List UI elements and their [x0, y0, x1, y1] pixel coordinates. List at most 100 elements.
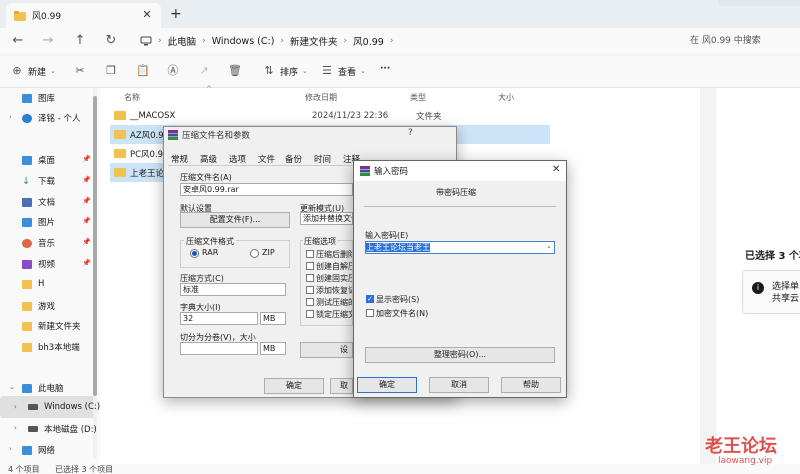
column-header-type[interactable]: 类型 [410, 92, 426, 103]
close-icon[interactable]: ✕ [141, 9, 153, 21]
chevron-down-icon: ⌄ [302, 67, 308, 75]
breadcrumb-this-pc[interactable]: 此电脑 [168, 34, 197, 48]
option-checkbox[interactable] [306, 250, 314, 258]
sidebar-item-gallery[interactable]: 图库 [22, 92, 55, 104]
chevron-right-icon[interactable]: › [9, 113, 12, 121]
search-input[interactable]: 在 风0.99 中搜索 [690, 33, 761, 46]
chevron-down-icon: ⌄ [360, 67, 366, 75]
rename-button[interactable]: Ⓐ [166, 64, 180, 78]
refresh-icon[interactable]: ↻ [103, 33, 119, 49]
tab-files[interactable]: 文件 [258, 153, 275, 165]
set-password-button[interactable]: 设 [300, 342, 353, 358]
show-password-checkbox[interactable]: ✓ [366, 295, 374, 303]
view-button[interactable]: ☰ 查看 ⌄ [320, 64, 366, 78]
split-size-field[interactable] [180, 342, 258, 355]
password-input[interactable]: 上老王论坛当老王 [365, 241, 555, 254]
breadcrumb-new-folder[interactable]: 新建文件夹 [290, 34, 338, 48]
update-mode-select[interactable]: 添加并替换文件 [300, 212, 353, 225]
tab-active[interactable]: 风0.99 ✕ [6, 3, 161, 28]
archive-dialog-title: 压缩文件名和参数 [168, 129, 250, 141]
chevron-right-icon: › [280, 36, 285, 46]
delete-button[interactable]: 🗑 [228, 64, 242, 78]
video-icon [22, 259, 32, 269]
sidebar-item-desktop[interactable]: 桌面 [22, 154, 55, 166]
option-checkbox[interactable] [306, 262, 314, 270]
sidebar-item-h[interactable]: H [22, 279, 44, 289]
file-row[interactable]: __MACOSX 2024/11/23 22:36 文件夹 [110, 106, 550, 125]
tab-advanced[interactable]: 高级 [200, 153, 217, 165]
new-tab-button[interactable]: + [170, 6, 182, 22]
sidebar-item-new-folder[interactable]: 新建文件夹 [22, 320, 81, 332]
sidebar-item-onedrive[interactable]: 泽铭 - 个人 [22, 112, 80, 124]
pin-icon[interactable]: 📌 [82, 238, 91, 246]
password-ok-button[interactable]: 确定 [357, 377, 417, 393]
new-button[interactable]: ⊕ 新建 ⌄ [10, 64, 56, 78]
sidebar-item-drive-d[interactable]: 本地磁盘 (D:) [28, 423, 97, 435]
pin-icon[interactable]: 📌 [82, 217, 91, 225]
paste-button[interactable]: 📋 [136, 64, 150, 78]
address-bar[interactable]: › 此电脑 › Windows (C:) › 新建文件夹 › 风0.99 › [132, 30, 672, 52]
sidebar-item-music[interactable]: 音乐 [22, 237, 55, 249]
sidebar-item-drive-c[interactable]: Windows (C:) [28, 402, 100, 412]
tab-general[interactable]: 常规 [171, 153, 188, 165]
password-dialog-title-text: 输入密码 [374, 167, 409, 177]
copy-button[interactable]: ❐ [104, 64, 118, 78]
chevron-down-icon[interactable]: ⌄ [546, 242, 552, 250]
option-checkbox[interactable] [306, 286, 314, 294]
password-help-button[interactable]: 帮助 [501, 377, 561, 393]
organize-passwords-button[interactable]: 整理密码(O)... [365, 347, 555, 363]
back-arrow-icon[interactable]: ← [10, 33, 26, 49]
format-rar-radio[interactable] [190, 249, 199, 258]
dictionary-select[interactable]: 32 [180, 312, 258, 325]
tab-time[interactable]: 时间 [314, 153, 331, 165]
pin-icon[interactable]: 📌 [82, 259, 91, 267]
monitor-icon [140, 36, 152, 46]
sidebar-item-pictures[interactable]: 图片 [22, 216, 55, 228]
cut-button[interactable]: ✂ [73, 64, 87, 78]
password-cancel-button[interactable]: 取消 [429, 377, 489, 393]
sidebar-item-label: 网络 [38, 446, 56, 456]
sidebar-item-this-pc[interactable]: 此电脑 [22, 382, 64, 394]
pin-icon[interactable]: 📌 [82, 176, 91, 184]
sidebar-item-network[interactable]: 网络 [22, 444, 55, 456]
sidebar-item-games[interactable]: 游戏 [22, 300, 55, 312]
column-header-size[interactable]: 大小 [498, 92, 514, 103]
chevron-right-icon[interactable]: › [9, 445, 12, 453]
profiles-button[interactable]: 配置文件(F)... [180, 212, 290, 228]
archive-cancel-button[interactable]: 取 [330, 378, 353, 394]
up-arrow-icon[interactable]: ↑ [72, 33, 88, 49]
sidebar-item-bh3[interactable]: bh3本地端 [22, 341, 80, 353]
more-button[interactable]: ··· [380, 64, 390, 74]
option-checkbox[interactable] [306, 274, 314, 282]
column-header-name[interactable]: 名称 [124, 92, 140, 103]
option-checkbox[interactable] [306, 310, 314, 318]
breadcrumb-drive-c[interactable]: Windows (C:) [212, 36, 275, 47]
column-header-date[interactable]: 修改日期 [305, 92, 337, 103]
forward-arrow-icon[interactable]: → [40, 33, 56, 49]
sort-button[interactable]: ⇅ 排序 ⌄ [262, 64, 308, 78]
option-checkbox[interactable] [306, 298, 314, 306]
format-zip-radio[interactable] [250, 249, 259, 258]
help-icon[interactable]: ? [408, 128, 413, 138]
dictionary-unit-select[interactable]: MB [260, 312, 286, 325]
archive-name-field[interactable]: 安卓风0.99.rar [180, 183, 353, 196]
sidebar-item-documents[interactable]: 文档 [22, 196, 55, 208]
chevron-right-icon[interactable]: › [14, 424, 17, 432]
chevron-right-icon[interactable]: › [14, 403, 17, 411]
sort-caret-icon: ^ [206, 85, 212, 93]
split-unit-select[interactable]: MB [260, 342, 286, 355]
tab-options[interactable]: 选项 [229, 153, 246, 165]
pin-icon[interactable]: 📌 [82, 197, 91, 205]
chevron-down-icon[interactable]: ⌄ [9, 383, 15, 391]
sidebar-scrollbar-thumb[interactable] [93, 96, 97, 396]
breadcrumb-current[interactable]: 风0.99 [353, 34, 384, 48]
sidebar-item-downloads[interactable]: ↓ 下载 [22, 175, 55, 188]
encrypt-names-checkbox[interactable] [366, 309, 374, 317]
archive-ok-button[interactable]: 确定 [264, 378, 324, 394]
pin-icon[interactable]: 📌 [82, 155, 91, 163]
sidebar-item-videos[interactable]: 视频 [22, 258, 55, 270]
method-select[interactable]: 标准 [180, 283, 286, 296]
share-button[interactable]: ↗ [197, 64, 211, 78]
tab-backup[interactable]: 备份 [285, 153, 302, 165]
close-icon[interactable]: ✕ [552, 164, 560, 175]
